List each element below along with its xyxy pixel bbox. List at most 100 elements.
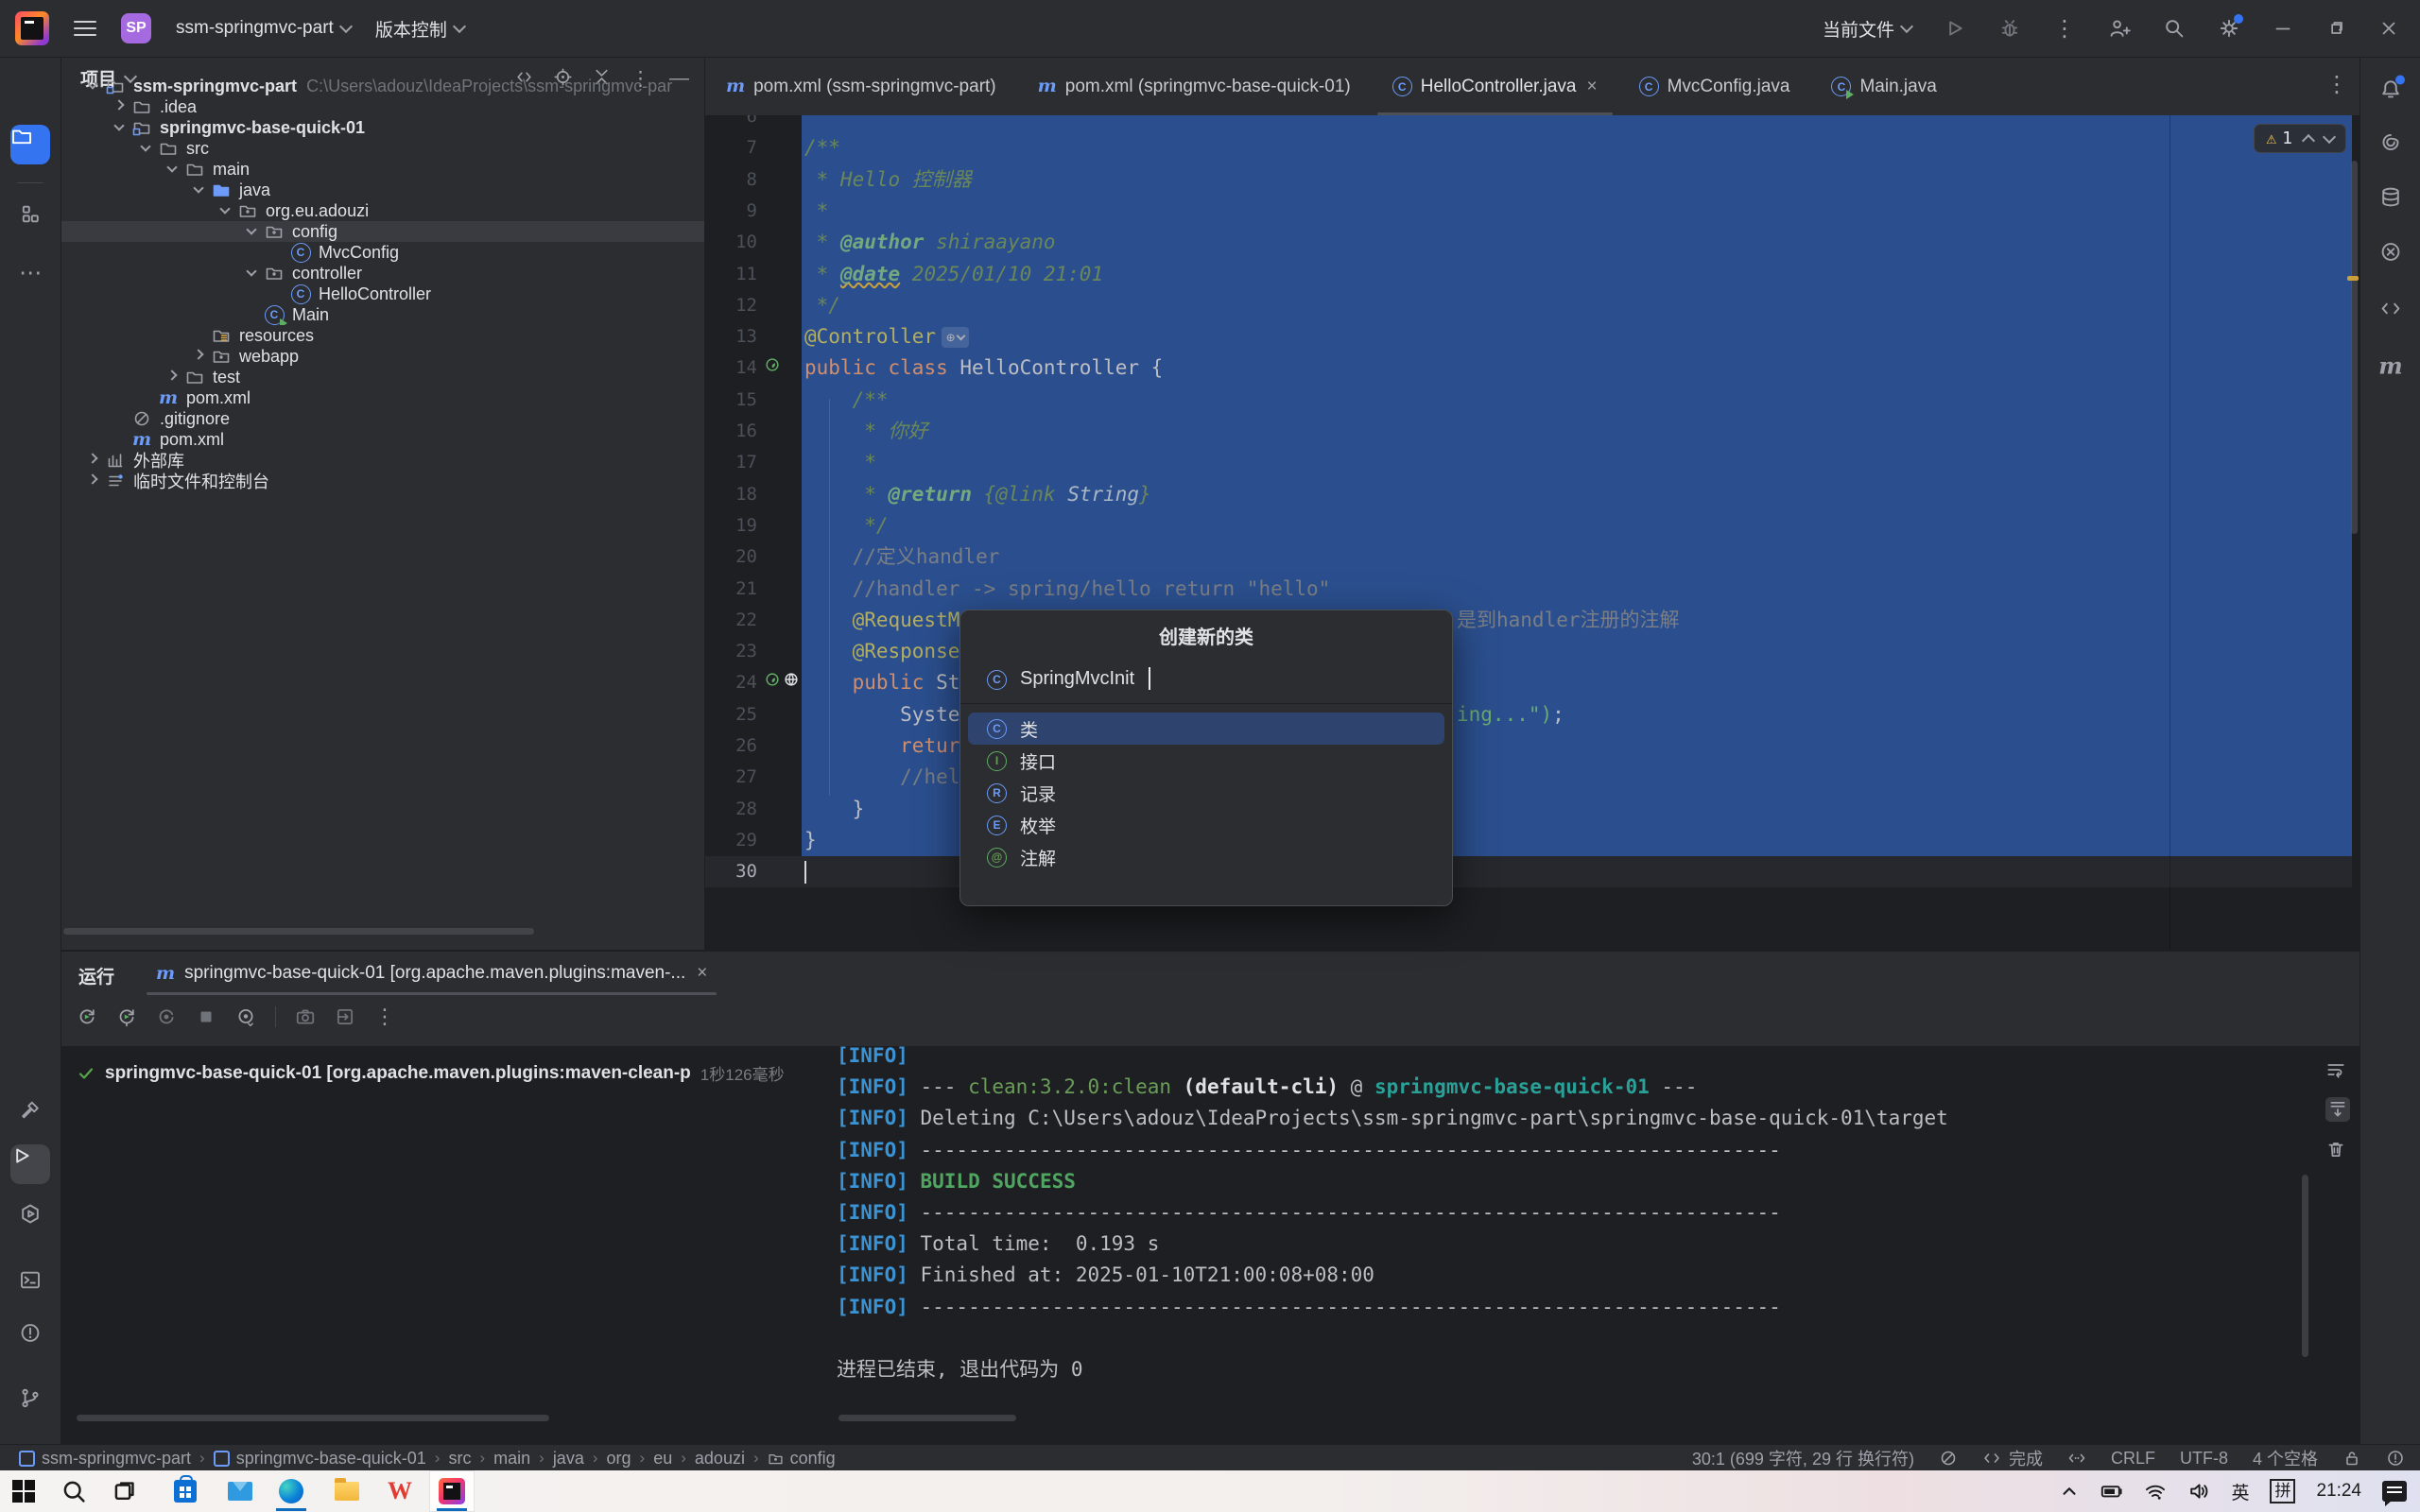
popup-item-interface[interactable]: I接口 xyxy=(968,745,1444,777)
popup-item-annotation[interactable]: @注解 xyxy=(968,841,1444,873)
notifications-widget[interactable] xyxy=(2386,1449,2405,1468)
breadcrumb-item[interactable]: adouzi xyxy=(695,1449,745,1469)
run-tab[interactable]: m springmvc-base-quick-01 [org.apache.ma… xyxy=(143,952,720,995)
tree-row[interactable]: 外部库 xyxy=(61,450,705,471)
tree-row[interactable]: m pom.xml xyxy=(61,429,705,450)
ime-language[interactable]: 英 xyxy=(2231,1479,2249,1504)
build-console[interactable]: [INFO][INFO] --- clean:3.2.0:clean (defa… xyxy=(837,1046,2307,1417)
terminal-tool-button[interactable] xyxy=(19,1269,42,1297)
popup-item-class[interactable]: C类 xyxy=(968,713,1444,745)
tree-row[interactable]: 临时文件和控制台 xyxy=(61,471,705,491)
inspection-profile-widget[interactable] xyxy=(1939,1449,1958,1468)
settings-button[interactable] xyxy=(2218,17,2240,40)
taskbar-mail-button[interactable] xyxy=(217,1470,263,1512)
project-tool-button[interactable] xyxy=(10,125,50,164)
taskbar-explorer-button[interactable] xyxy=(324,1470,370,1512)
breadcrumb-item[interactable]: java xyxy=(553,1449,584,1469)
code-editor[interactable]: 6 7 /** 8 * Hello 控制器 9 * 10 * @author s… xyxy=(705,115,2360,950)
run-button[interactable] xyxy=(1944,17,1966,40)
import-thread-dump-button[interactable] xyxy=(335,1006,355,1027)
tree-row[interactable]: C MvcConfig xyxy=(61,242,705,263)
taskbar-wps-button[interactable]: W xyxy=(377,1470,423,1512)
rerun-button[interactable] xyxy=(77,1006,97,1027)
inlay-hints-widget[interactable] xyxy=(2067,1449,2086,1468)
spring-bean-icon[interactable] xyxy=(764,356,781,373)
next-warning-icon[interactable] xyxy=(2323,129,2336,143)
services-tool-button[interactable] xyxy=(19,1203,42,1230)
project-tree-hscrollbar[interactable] xyxy=(63,928,534,935)
tree-row[interactable]: .idea xyxy=(61,96,705,117)
close-tab-icon[interactable]: × xyxy=(1586,77,1597,97)
inspection-widget[interactable]: ⚠ 1 xyxy=(2254,124,2346,153)
wifi-icon[interactable] xyxy=(2144,1480,2167,1503)
editor-vscrollbar[interactable] xyxy=(2351,161,2358,534)
tree-row[interactable]: m pom.xml xyxy=(61,387,705,408)
clear-console-button[interactable] xyxy=(2325,1139,2350,1160)
class-name-input[interactable]: C SpringMvcInit xyxy=(987,660,1433,697)
run-configuration-widget[interactable]: 当前文件 xyxy=(1823,16,1911,42)
tree-row[interactable]: webapp xyxy=(61,346,705,367)
tree-row[interactable]: controller xyxy=(61,263,705,284)
close-button[interactable] xyxy=(2378,18,2399,39)
console-vscrollbar[interactable] xyxy=(2302,1175,2308,1357)
tree-row[interactable]: main xyxy=(61,159,705,180)
prev-warning-icon[interactable] xyxy=(2302,133,2315,146)
breadcrumb-item[interactable]: eu xyxy=(653,1449,672,1469)
database-tool-button[interactable] xyxy=(2379,186,2402,214)
notification-center-icon[interactable] xyxy=(2382,1481,2407,1502)
tree-row[interactable]: resources xyxy=(61,325,705,346)
endpoints-tool-button[interactable] xyxy=(2379,298,2402,325)
vcs-widget[interactable]: 版本控制 xyxy=(375,16,464,42)
tree-row[interactable]: test xyxy=(61,367,705,387)
tree-row[interactable]: .gitignore xyxy=(61,408,705,429)
taskbar-store-button[interactable] xyxy=(163,1470,208,1512)
editor-tab[interactable]: C Main.java xyxy=(1810,58,1957,115)
main-menu-icon[interactable] xyxy=(74,21,96,36)
analysis-status-widget[interactable]: 完成 xyxy=(1982,1446,2043,1470)
clock[interactable]: 21:24 xyxy=(2316,1481,2361,1502)
breadcrumb-item[interactable]: ssm-springmvc-part xyxy=(19,1449,191,1469)
popup-item-enum[interactable]: E枚举 xyxy=(968,809,1444,841)
tree-row[interactable]: C HelloController xyxy=(61,284,705,304)
soft-wrap-button[interactable] xyxy=(2325,1059,2350,1080)
structure-tool-button[interactable] xyxy=(19,203,42,231)
breadcrumb-item[interactable]: org xyxy=(607,1449,631,1469)
rerun-with-params-button[interactable] xyxy=(116,1006,137,1027)
volume-icon[interactable] xyxy=(2187,1480,2210,1503)
related-urls-inlay-icon[interactable]: ⊕ xyxy=(942,327,969,348)
scroll-to-end-button[interactable] xyxy=(2325,1097,2350,1122)
line-separator-widget[interactable]: CRLF xyxy=(2111,1449,2155,1469)
code-with-me-button[interactable] xyxy=(2108,17,2131,40)
project-avatar[interactable]: SP xyxy=(121,13,151,43)
run-more-button[interactable]: ⋮ xyxy=(374,1005,395,1029)
readonly-lock-widget[interactable] xyxy=(2342,1449,2361,1468)
breadcrumb-item[interactable]: config xyxy=(768,1449,836,1469)
encoding-widget[interactable]: UTF-8 xyxy=(2180,1449,2228,1469)
more-tool-windows-button[interactable]: ⋯ xyxy=(19,260,42,287)
notifications-tool-button[interactable] xyxy=(2379,78,2402,106)
caret-position-widget[interactable]: 30:1 (699 字符, 29 行 换行符) xyxy=(1692,1446,1914,1470)
version-control-tool-button[interactable] xyxy=(19,1387,42,1415)
stop-button[interactable] xyxy=(196,1006,216,1027)
tray-expand-button[interactable] xyxy=(2059,1481,2080,1502)
battery-icon[interactable] xyxy=(2100,1480,2123,1503)
indent-widget[interactable]: 4 个空格 xyxy=(2253,1446,2318,1470)
more-actions-button[interactable]: ⋮ xyxy=(2053,15,2076,43)
spring-bean-icon[interactable] xyxy=(764,671,781,688)
debug-button[interactable] xyxy=(1998,17,2021,40)
problems-tool-button[interactable] xyxy=(19,1322,42,1349)
handler-globe-icon[interactable] xyxy=(783,671,800,688)
tree-row[interactable]: src xyxy=(61,138,705,159)
tree-row[interactable]: springmvc-base-quick-01 xyxy=(61,117,705,138)
tree-row[interactable]: config xyxy=(61,221,705,242)
project-switcher[interactable]: ssm-springmvc-part xyxy=(176,18,351,39)
editor-tab[interactable]: C HelloController.java × xyxy=(1372,58,1618,115)
taskbar-idea-button[interactable] xyxy=(429,1470,475,1512)
breadcrumb-item[interactable]: springmvc-base-quick-01 xyxy=(214,1449,426,1469)
popup-item-record[interactable]: R记录 xyxy=(968,777,1444,809)
snapshot-button[interactable] xyxy=(295,1006,316,1027)
run-tree-item[interactable]: springmvc-base-quick-01 [org.apache.mave… xyxy=(77,1061,833,1085)
editor-tab[interactable]: m pom.xml (ssm-springmvc-part) xyxy=(705,58,1017,115)
build-tool-button[interactable] xyxy=(19,1099,42,1126)
breadcrumb-item[interactable]: main xyxy=(493,1449,530,1469)
